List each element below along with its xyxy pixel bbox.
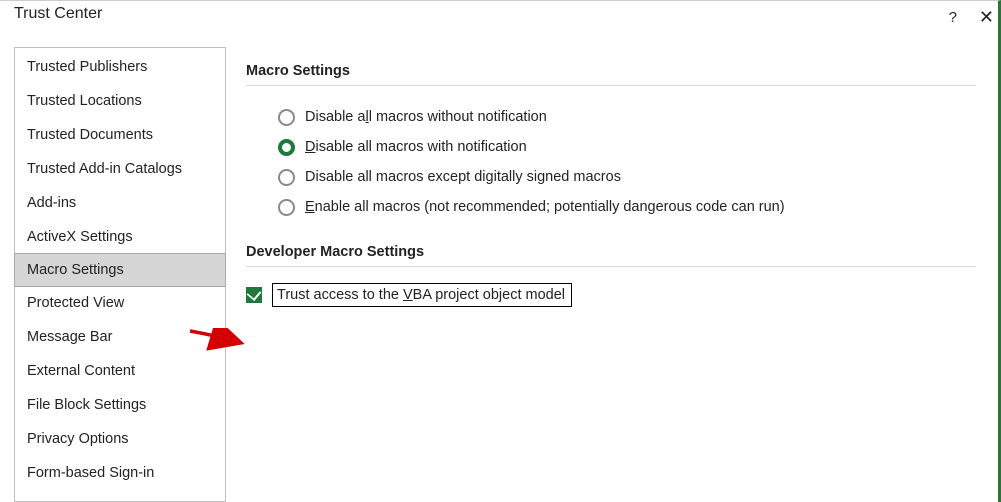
sidebar-item-label: Add-ins: [27, 195, 76, 211]
radio-label: Disable all macros except digitally sign…: [305, 169, 621, 185]
sidebar-item-label: Macro Settings: [27, 262, 124, 278]
help-icon[interactable]: ?: [949, 9, 957, 26]
sidebar-item-label: Privacy Options: [27, 431, 129, 447]
sidebar-item-label: Protected View: [27, 295, 124, 311]
sidebar-item[interactable]: Privacy Options: [15, 422, 225, 456]
section-macro-settings-heading: Macro Settings: [246, 63, 976, 79]
macro-radio-group: Disable all macros without notification D…: [246, 102, 976, 222]
trust-vba-checkbox[interactable]: [246, 287, 262, 303]
radio-label: Disable all macros with notification: [305, 139, 527, 155]
sidebar-item-label: ActiveX Settings: [27, 229, 133, 245]
sidebar: Trusted Publishers Trusted Locations Trust…: [14, 47, 226, 502]
sidebar-item[interactable]: ActiveX Settings: [15, 220, 225, 254]
sidebar-item-label: External Content: [27, 363, 135, 379]
sidebar-item[interactable]: Message Bar: [15, 320, 225, 354]
section-developer-heading: Developer Macro Settings: [246, 244, 976, 260]
radio-icon: [278, 169, 295, 186]
sidebar-item-label: Trusted Locations: [27, 93, 142, 109]
radio-icon: [278, 139, 295, 156]
sidebar-item[interactable]: External Content: [15, 354, 225, 388]
sidebar-item-label: Trusted Documents: [27, 127, 153, 143]
sidebar-item[interactable]: Trusted Publishers: [15, 50, 225, 84]
radio-icon: [278, 109, 295, 126]
close-icon[interactable]: ✕: [979, 7, 994, 28]
radio-label: Disable all macros without notification: [305, 109, 547, 125]
macro-radio-option[interactable]: Disable all macros with notification: [278, 132, 976, 162]
sidebar-item-label: Message Bar: [27, 329, 112, 345]
radio-label: Enable all macros (not recommended; pote…: [305, 199, 785, 215]
sidebar-item[interactable]: Add-ins: [15, 186, 225, 220]
sidebar-item[interactable]: Trusted Documents: [15, 118, 225, 152]
divider: [246, 266, 976, 267]
titlebar: Trust Center ? ✕: [0, 1, 998, 47]
sidebar-item[interactable]: Trusted Locations: [15, 84, 225, 118]
main-panel: Macro Settings Disable all macros withou…: [226, 47, 998, 502]
sidebar-item[interactable]: Trusted Add-in Catalogs: [15, 152, 225, 186]
sidebar-item-label: Form-based Sign-in: [27, 465, 154, 481]
sidebar-item[interactable]: File Block Settings: [15, 388, 225, 422]
sidebar-item[interactable]: Macro Settings: [14, 253, 226, 287]
radio-icon: [278, 199, 295, 216]
sidebar-item-label: Trusted Add-in Catalogs: [27, 161, 182, 177]
window-title: Trust Center: [14, 5, 102, 23]
sidebar-item-label: Trusted Publishers: [27, 59, 147, 75]
macro-radio-option[interactable]: Enable all macros (not recommended; pote…: [278, 192, 976, 222]
macro-radio-option[interactable]: Disable all macros without notification: [278, 102, 976, 132]
sidebar-item-label: File Block Settings: [27, 397, 146, 413]
divider: [246, 85, 976, 86]
macro-radio-option[interactable]: Disable all macros except digitally sign…: [278, 162, 976, 192]
sidebar-item[interactable]: Form-based Sign-in: [15, 456, 225, 490]
sidebar-item[interactable]: Protected View: [15, 286, 225, 320]
trust-vba-label: Trust access to the VBA project object m…: [272, 283, 572, 307]
